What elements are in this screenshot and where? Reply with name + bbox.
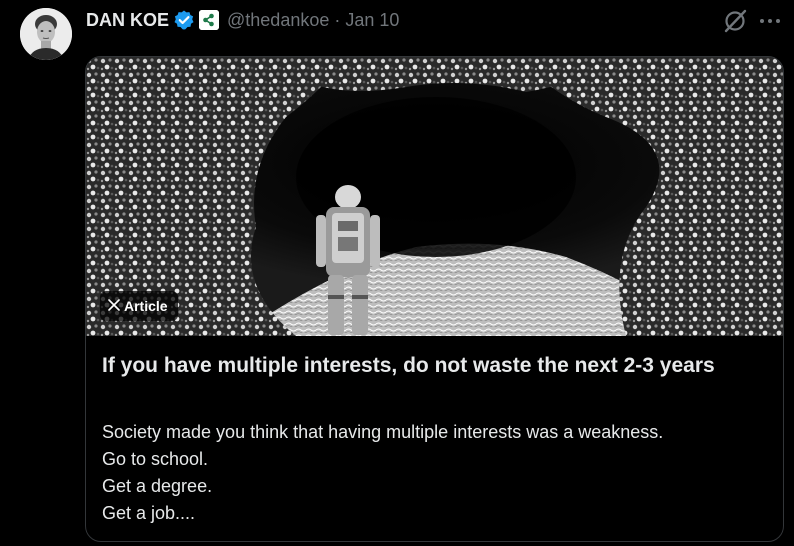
article-preview: Society made you think that having multi… [102, 419, 772, 527]
handle[interactable]: @thedankoe [227, 10, 329, 31]
preview-line: Society made you think that having multi… [102, 422, 664, 442]
article-badge: Article [100, 291, 178, 321]
preview-line: Get a degree. [102, 476, 213, 496]
article-title[interactable]: If you have multiple interests, do not w… [102, 352, 762, 379]
avatar-portrait [20, 8, 72, 60]
post-header: DAN KOE @thedankoe · Jan 10 [86, 7, 399, 33]
separator-dot: · [334, 9, 341, 30]
timestamp[interactable]: Jan 10 [345, 10, 399, 31]
affiliate-badge-icon[interactable] [199, 10, 220, 30]
verified-badge-icon[interactable] [173, 9, 195, 31]
x-logo-icon [108, 298, 120, 314]
preview-line: Go to school. [102, 449, 209, 469]
article-badge-label: Article [124, 298, 168, 314]
display-name[interactable]: DAN KOE [86, 10, 169, 31]
preview-line: Get a job.... [102, 503, 196, 523]
grok-icon[interactable] [722, 8, 748, 34]
article-card[interactable]: Article If you have multiple interests, … [85, 56, 784, 542]
article-cover-image[interactable]: Article [86, 57, 783, 336]
post: DAN KOE @thedankoe · Jan 10 Article If y… [0, 0, 794, 546]
more-icon[interactable] [758, 8, 782, 34]
avatar[interactable] [20, 8, 72, 60]
